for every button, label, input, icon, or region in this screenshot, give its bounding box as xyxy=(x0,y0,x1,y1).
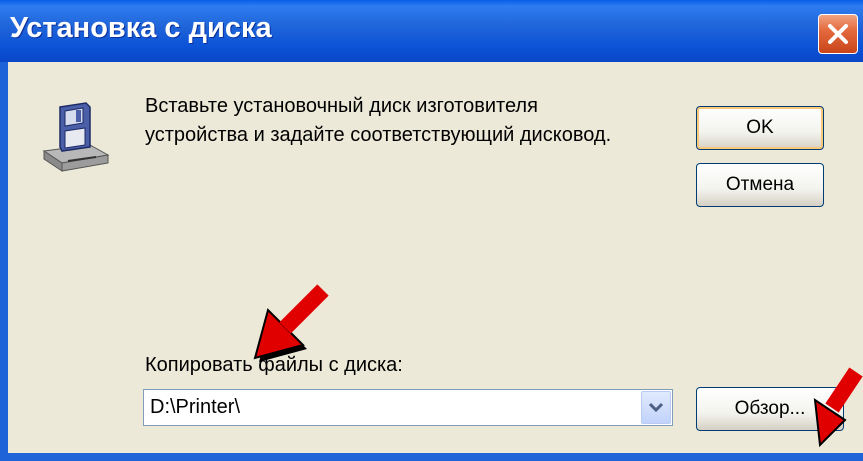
title-bar[interactable]: Установка с диска xyxy=(0,0,863,62)
instruction-line-2: устройства и задайте соответствующий дис… xyxy=(145,124,612,146)
path-value[interactable]: D:\Printer\ xyxy=(150,396,240,419)
cancel-button[interactable]: Отмена xyxy=(696,163,824,207)
window-frame-bottom xyxy=(0,453,863,461)
ok-button[interactable]: OK xyxy=(696,106,824,150)
window-title: Установка с диска xyxy=(10,12,272,44)
dialog-body: Вставьте установочный диск изготовителя … xyxy=(8,62,863,453)
install-from-disk-dialog: Установка с диска Вставьте установочный … xyxy=(0,0,863,461)
combobox-dropdown-button[interactable] xyxy=(641,391,671,424)
instruction-text: Вставьте установочный диск изготовителя … xyxy=(145,92,685,150)
close-icon xyxy=(828,24,848,44)
floppy-disk-drive-icon xyxy=(42,102,110,172)
instruction-line-1: Вставьте установочный диск изготовителя xyxy=(145,95,538,117)
chevron-down-icon xyxy=(649,402,663,412)
browse-button[interactable]: Обзор... xyxy=(696,387,844,431)
window-frame-left xyxy=(0,62,8,461)
path-combobox[interactable]: D:\Printer\ xyxy=(143,389,673,426)
close-button[interactable] xyxy=(818,14,858,54)
copy-from-label: Копировать файлы с диска: xyxy=(145,354,403,376)
